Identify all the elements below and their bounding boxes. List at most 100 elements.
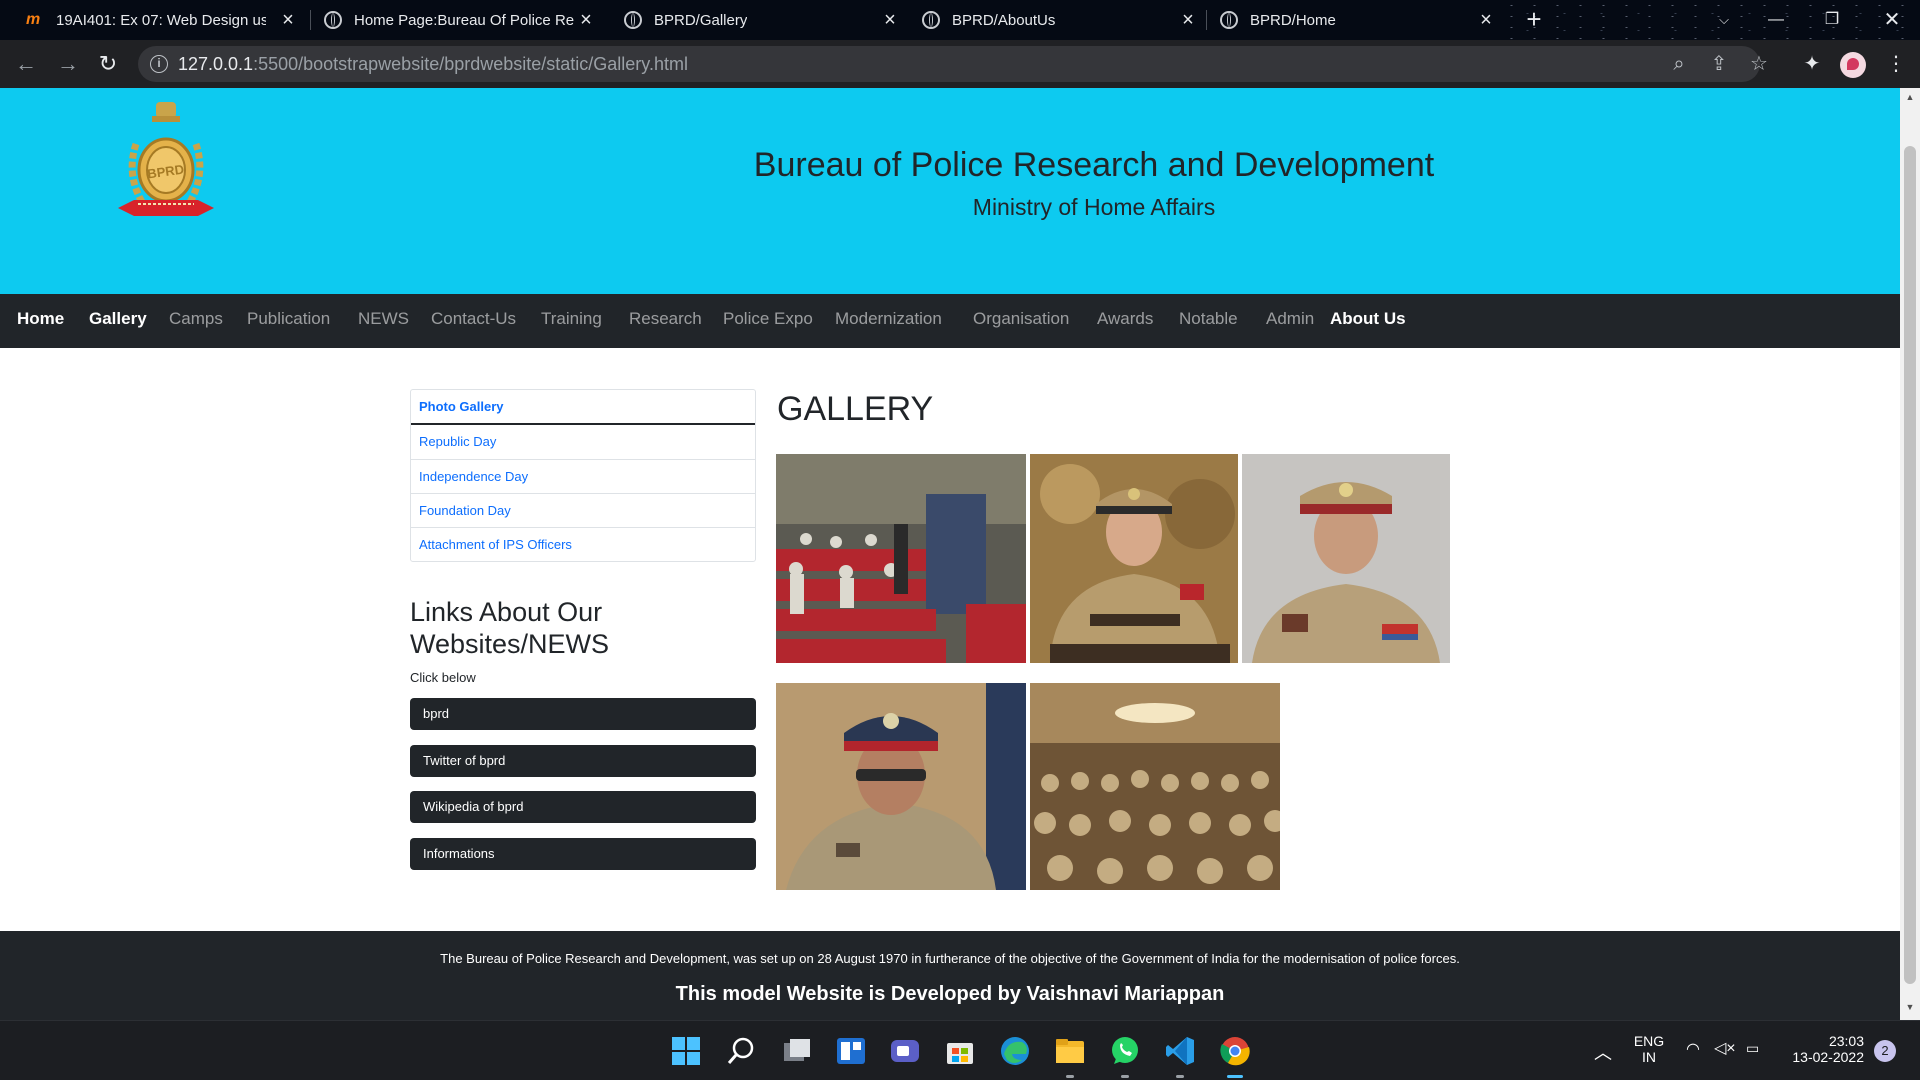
task-view-icon[interactable] — [780, 1034, 814, 1068]
close-tab-icon[interactable]: × — [1476, 10, 1496, 30]
officer-photo[interactable] — [1242, 454, 1450, 663]
nav-notable[interactable]: Notable — [1179, 309, 1238, 329]
tab-title: Home Page:Bureau Of Police Res — [354, 11, 574, 29]
forward-icon[interactable]: → — [54, 50, 82, 78]
share-icon[interactable]: ⇪ — [1708, 53, 1730, 75]
moodle-icon: m — [26, 11, 41, 28]
speaker-muted-icon[interactable]: ◁× — [1714, 1038, 1736, 1058]
link-button-informations[interactable]: Informations — [410, 838, 756, 870]
vscode-icon[interactable] — [1163, 1034, 1197, 1068]
language-indicator[interactable]: ENG IN — [1626, 1033, 1672, 1065]
link-button-twitter[interactable]: Twitter of bprd — [410, 745, 756, 777]
vscode-running-indicator — [1176, 1075, 1184, 1078]
nav-training[interactable]: Training — [541, 309, 602, 329]
nav-awards[interactable]: Awards — [1097, 309, 1153, 329]
tab-title: BPRD/Home — [1250, 11, 1336, 29]
tab-search-chevron-icon[interactable]: ⌵ — [1710, 6, 1738, 34]
widgets-icon[interactable] — [834, 1034, 868, 1068]
whatsapp-icon[interactable] — [1108, 1034, 1142, 1068]
browser-tab[interactable]: m 19AI401: Ex 07: Web Design usin × — [26, 0, 298, 40]
nav-organisation[interactable]: Organisation — [973, 309, 1069, 329]
link-button-bprd[interactable]: bprd — [410, 698, 756, 730]
tab-separator — [310, 10, 311, 30]
browser-tab[interactable]: BPRD/Home × — [1220, 0, 1496, 40]
search-icon[interactable] — [724, 1034, 758, 1068]
woman-officer-photo[interactable] — [1030, 454, 1238, 663]
edge-browser-icon[interactable] — [998, 1034, 1032, 1068]
tab-separator — [1206, 10, 1207, 30]
back-icon[interactable]: ← — [12, 50, 40, 78]
site-header: BPRD Bureau of Police Research and Devel… — [0, 88, 1900, 294]
globe-icon — [324, 11, 342, 29]
wifi-icon[interactable]: ◠ — [1686, 1039, 1700, 1059]
zoom-icon[interactable]: ⌕ — [1668, 53, 1690, 75]
teams-chat-icon[interactable] — [888, 1034, 922, 1068]
scrollbar-thumb[interactable] — [1904, 146, 1916, 984]
close-tab-icon[interactable]: × — [880, 10, 900, 30]
tray-overflow-chevron-icon[interactable]: ︿ — [1594, 1039, 1612, 1065]
nav-gallery[interactable]: Gallery — [89, 309, 147, 329]
close-tab-icon[interactable]: × — [576, 10, 596, 30]
scroll-down-icon[interactable]: ▼ — [1905, 1002, 1915, 1012]
senior-officer-photo[interactable] — [776, 683, 1026, 890]
notification-badge[interactable]: 2 — [1874, 1040, 1896, 1062]
nav-camps[interactable]: Camps — [169, 309, 223, 329]
close-tab-icon[interactable]: × — [278, 10, 298, 30]
tab-title: 19AI401: Ex 07: Web Design usin — [56, 11, 266, 29]
close-tab-icon[interactable]: × — [1178, 10, 1198, 30]
links-subtext: Click below — [410, 670, 476, 685]
nav-home[interactable]: Home — [17, 309, 64, 329]
auditorium-photo[interactable] — [776, 454, 1026, 663]
region-code: IN — [1642, 1049, 1656, 1065]
browser-tab[interactable]: BPRD/AboutUs × — [922, 0, 1198, 40]
nav-admin[interactable]: Admin — [1266, 309, 1314, 329]
battery-icon[interactable]: ▭ — [1746, 1040, 1759, 1057]
browser-tab-active[interactable]: BPRD/Gallery × — [624, 0, 900, 40]
page-scrollbar[interactable]: ▲ ▼ — [1900, 88, 1920, 1020]
browser-toolbar: ← → ↻ i 127.0.0.1:5500/bootstrapwebsite/… — [0, 40, 1920, 88]
tab-title: BPRD/AboutUs — [952, 11, 1056, 29]
clock[interactable]: 23:03 13-02-2022 — [1780, 1033, 1864, 1065]
globe-icon — [922, 11, 940, 29]
category-photo-gallery[interactable]: Photo Gallery — [411, 390, 755, 425]
nav-police-expo[interactable]: Police Expo — [723, 309, 813, 329]
new-tab-icon[interactable]: + — [1520, 6, 1548, 34]
start-windows-icon[interactable] — [669, 1034, 703, 1068]
microsoft-store-icon[interactable] — [943, 1034, 977, 1068]
profile-avatar[interactable] — [1840, 52, 1866, 78]
nav-research[interactable]: Research — [629, 309, 702, 329]
clock-time: 23:03 — [1828, 1033, 1864, 1049]
category-foundation-day[interactable]: Foundation Day — [411, 493, 755, 527]
site-footer: The Bureau of Police Research and Develo… — [0, 931, 1900, 1020]
nav-publication[interactable]: Publication — [247, 309, 330, 329]
category-ips-officers[interactable]: Attachment of IPS Officers — [411, 527, 755, 561]
address-bar[interactable]: i 127.0.0.1:5500/bootstrapwebsite/bprdwe… — [138, 46, 1768, 82]
conference-photo[interactable] — [1030, 683, 1280, 890]
close-window-icon[interactable]: ✕ — [1878, 6, 1906, 34]
extensions-puzzle-icon[interactable]: ✦ — [1798, 50, 1826, 78]
nav-news[interactable]: NEWS — [358, 309, 409, 329]
gallery-heading: GALLERY — [777, 390, 934, 428]
browser-tab-bar: m 19AI401: Ex 07: Web Design usin × Home… — [0, 0, 1920, 40]
scroll-up-icon[interactable]: ▲ — [1905, 92, 1915, 102]
browser-tab[interactable]: Home Page:Bureau Of Police Res × — [324, 0, 596, 40]
minimize-icon[interactable]: — — [1762, 6, 1790, 34]
url-text[interactable]: 127.0.0.1:5500/bootstrapwebsite/bprdwebs… — [178, 54, 688, 75]
link-button-wikipedia[interactable]: Wikipedia of bprd — [410, 791, 756, 823]
whatsapp-running-indicator — [1121, 1075, 1129, 1078]
clock-date: 13-02-2022 — [1792, 1049, 1864, 1065]
nav-about-us[interactable]: About Us — [1330, 309, 1406, 329]
restore-icon[interactable]: ❐ — [1818, 6, 1846, 34]
bookmark-star-icon[interactable]: ☆ — [1748, 53, 1770, 75]
nav-modernization[interactable]: Modernization — [835, 309, 942, 329]
file-explorer-icon[interactable] — [1053, 1034, 1087, 1068]
chrome-icon[interactable] — [1218, 1034, 1252, 1068]
category-independence-day[interactable]: Independence Day — [411, 459, 755, 493]
site-title: Bureau of Police Research and Developmen… — [753, 146, 1435, 184]
nav-contact-us[interactable]: Contact-Us — [431, 309, 516, 329]
chrome-active-indicator — [1227, 1075, 1243, 1078]
chrome-menu-icon[interactable]: ⋮ — [1882, 50, 1910, 78]
category-republic-day[interactable]: Republic Day — [411, 425, 755, 459]
reload-icon[interactable]: ↻ — [94, 50, 122, 78]
site-info-icon[interactable]: i — [150, 55, 168, 73]
